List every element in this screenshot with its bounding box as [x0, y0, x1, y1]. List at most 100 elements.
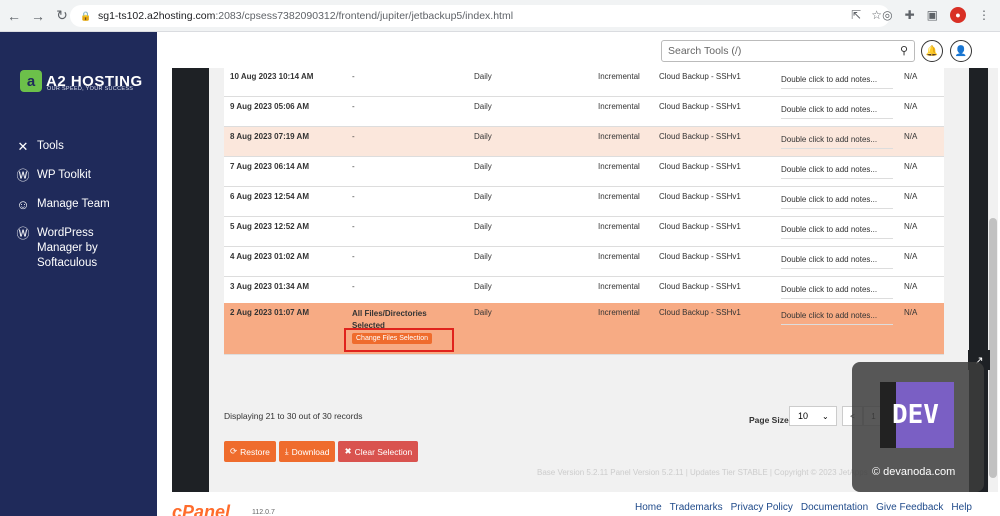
- search-icon[interactable]: ⚲: [900, 44, 908, 57]
- restore-icon: ⟳: [230, 446, 238, 456]
- row-files: -: [352, 132, 355, 141]
- row-files: -: [352, 102, 355, 111]
- row-notes[interactable]: Double click to add notes...: [781, 75, 893, 89]
- clear-selection-label: Clear Selection: [354, 446, 413, 457]
- profile-icon[interactable]: ●: [950, 7, 966, 23]
- sidebar-item-tools[interactable]: ✕ Tools: [15, 139, 155, 154]
- sidebar: a A2 HOSTING OUR SPEED, YOUR SUCCESS ✕ T…: [0, 32, 157, 516]
- scrollbar[interactable]: [988, 68, 998, 492]
- row-destination: Cloud Backup - SSHv1: [659, 102, 741, 111]
- row-date: 6 Aug 2023 12:54 AM: [230, 192, 309, 201]
- row-destination: Cloud Backup - SSHv1: [659, 162, 741, 171]
- row-notes[interactable]: Double click to add notes...: [781, 225, 893, 239]
- table-row[interactable]: 4 Aug 2023 01:02 AM - Daily Incremental Clou…: [224, 247, 944, 277]
- sidebar-item-manage-team[interactable]: ☺ Manage Team: [15, 197, 155, 212]
- row-notes[interactable]: Double click to add notes...: [781, 255, 893, 269]
- dev-logo-text: DEV: [892, 400, 939, 430]
- highlight-annotation: [344, 328, 454, 352]
- row-type: Incremental: [598, 72, 640, 81]
- page-size-select[interactable]: 10 ⌄: [789, 406, 837, 426]
- row-schedule: Daily: [474, 222, 492, 231]
- watermark-overlay: DEV © devanoda.com: [852, 362, 984, 492]
- address-bar[interactable]: 🔒 sg1-ts102.a2hosting.com:2083/cpsess738…: [70, 5, 890, 27]
- search-input[interactable]: Search Tools (/) ⚲: [661, 40, 915, 62]
- cpanel-logo[interactable]: cPanel: [172, 502, 230, 516]
- user-icon: ☺: [16, 197, 30, 212]
- row-date: 3 Aug 2023 01:34 AM: [230, 282, 309, 291]
- row-destination: Cloud Backup - SSHv1: [659, 252, 741, 261]
- row-destination: Cloud Backup - SSHv1: [659, 308, 741, 317]
- extensions-icon[interactable]: ✚: [905, 8, 915, 22]
- row-type: Incremental: [598, 192, 640, 201]
- footer-links: Home Trademarks Privacy Policy Documenta…: [635, 502, 972, 513]
- row-schedule: Daily: [474, 72, 492, 81]
- version-text: Base Version 5.2.11 Panel Version 5.2.11…: [537, 468, 868, 477]
- row-destination: Cloud Backup - SSHv1: [659, 72, 741, 81]
- restore-label: Restore: [240, 446, 270, 457]
- row-date: 8 Aug 2023 07:19 AM: [230, 132, 309, 141]
- back-icon[interactable]: ←: [4, 6, 24, 26]
- table-row[interactable]: 7 Aug 2023 06:14 AM - Daily Incremental Clou…: [224, 157, 944, 187]
- row-schedule: Daily: [474, 162, 492, 171]
- footer-link-privacy[interactable]: Privacy Policy: [731, 502, 793, 513]
- footer-link-documentation[interactable]: Documentation: [801, 502, 868, 513]
- row-na: N/A: [904, 132, 918, 141]
- row-files: -: [352, 192, 355, 201]
- row-type: Incremental: [598, 222, 640, 231]
- sidebar-item-label: Tools: [37, 140, 64, 152]
- sidepanel-icon[interactable]: ▣: [927, 8, 938, 22]
- sidebar-item-label: Manage Team: [37, 198, 110, 210]
- account-icon[interactable]: 👤: [950, 40, 972, 62]
- footer-link-feedback[interactable]: Give Feedback: [876, 502, 943, 513]
- records-count: Displaying 21 to 30 out of 30 records: [224, 411, 363, 421]
- table-row[interactable]: 9 Aug 2023 05:06 AM - Daily Incremental Clou…: [224, 97, 944, 127]
- lock-icon: 🔒: [80, 11, 92, 21]
- screenshot-icon[interactable]: ◎: [882, 8, 892, 22]
- row-notes[interactable]: Double click to add notes...: [781, 135, 893, 149]
- clear-selection-button[interactable]: ✖ Clear Selection: [338, 441, 419, 462]
- footer-link-trademarks[interactable]: Trademarks: [670, 502, 723, 513]
- row-type: Incremental: [598, 162, 640, 171]
- download-button[interactable]: ⤓ Download: [278, 441, 336, 462]
- restore-button[interactable]: ⟳ Restore: [224, 441, 276, 462]
- sidebar-item-wordpress-manager[interactable]: Ⓦ WordPress Manager by Softaculous: [15, 226, 155, 271]
- row-notes[interactable]: Double click to add notes...: [781, 105, 893, 119]
- row-destination: Cloud Backup - SSHv1: [659, 192, 741, 201]
- url-path: :2083/cpsess7382090312/frontend/jupiter/…: [215, 10, 514, 22]
- row-notes[interactable]: Double click to add notes...: [781, 311, 893, 325]
- chevron-down-icon: ⌄: [822, 411, 829, 421]
- share-icon[interactable]: ⇱: [851, 8, 861, 22]
- reload-icon[interactable]: ↻: [52, 6, 72, 26]
- forward-icon[interactable]: →: [28, 6, 48, 26]
- row-type: Incremental: [598, 252, 640, 261]
- table-row[interactable]: 5 Aug 2023 12:52 AM - Daily Incremental Clou…: [224, 217, 944, 247]
- row-type: Incremental: [598, 308, 640, 317]
- cpanel-version: 112.0.7: [252, 509, 275, 516]
- footer-link-help[interactable]: Help: [951, 502, 972, 513]
- row-notes[interactable]: Double click to add notes...: [781, 165, 893, 179]
- row-notes[interactable]: Double click to add notes...: [781, 285, 893, 299]
- row-date: 9 Aug 2023 05:06 AM: [230, 102, 309, 111]
- row-date: 7 Aug 2023 06:14 AM: [230, 162, 309, 171]
- table-row[interactable]: 10 Aug 2023 10:14 AM - Daily Incremental Clo…: [224, 67, 944, 97]
- scroll-thumb[interactable]: [989, 218, 997, 478]
- bookmark-star-icon[interactable]: ☆: [871, 8, 882, 22]
- table-row-selected[interactable]: 2 Aug 2023 01:07 AM All Files/Directorie…: [224, 303, 944, 355]
- footer-link-home[interactable]: Home: [635, 502, 662, 513]
- row-na: N/A: [904, 222, 918, 231]
- watermark-label: © devanoda.com: [872, 466, 956, 478]
- table-row[interactable]: 6 Aug 2023 12:54 AM - Daily Incremental Clou…: [224, 187, 944, 217]
- sidebar-item-wp-toolkit[interactable]: Ⓦ WP Toolkit: [15, 168, 155, 183]
- browser-toolbar: ← → ↻ 🔒 sg1-ts102.a2hosting.com:2083/cps…: [0, 0, 1000, 32]
- row-na: N/A: [904, 282, 918, 291]
- table-row[interactable]: 8 Aug 2023 07:19 AM - Daily Incremental Clou…: [224, 127, 944, 157]
- menu-icon[interactable]: ⋮: [978, 8, 990, 22]
- row-destination: Cloud Backup - SSHv1: [659, 282, 741, 291]
- bell-icon[interactable]: 🔔: [921, 40, 943, 62]
- row-notes[interactable]: Double click to add notes...: [781, 195, 893, 209]
- logo-tagline: OUR SPEED, YOUR SUCCESS: [47, 86, 134, 92]
- row-schedule: Daily: [474, 192, 492, 201]
- row-na: N/A: [904, 308, 918, 317]
- sidebar-item-label: WP Toolkit: [37, 169, 91, 181]
- action-buttons: ⟳ Restore ⤓ Download ✖ Clear Selection: [224, 441, 419, 462]
